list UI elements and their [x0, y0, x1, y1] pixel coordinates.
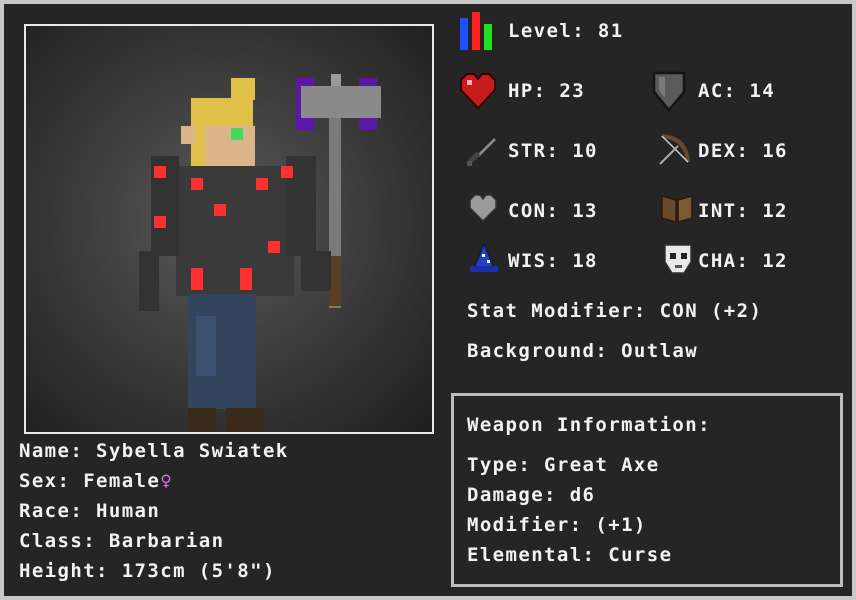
height-label: Height: 173cm (5'8") — [19, 560, 276, 582]
class-label: Class: Barbarian — [19, 530, 225, 552]
weapon-modifier: Modifier: (+1) — [467, 514, 647, 536]
shield-icon — [652, 71, 686, 112]
weapon-heading: Weapon Information: — [467, 414, 711, 436]
background-label: Background: Outlaw — [467, 340, 699, 362]
character-sprite — [139, 74, 381, 432]
weapon-type: Type: Great Axe — [467, 454, 660, 476]
sex-text: Sex: Female — [19, 470, 161, 492]
weapon-elemental: Elemental: Curse — [467, 544, 673, 566]
book-icon — [661, 195, 693, 223]
bow-icon — [659, 134, 690, 165]
str-label: STR: 10 — [508, 140, 598, 162]
dex-label: DEX: 16 — [698, 140, 788, 162]
sword-icon — [467, 135, 498, 166]
hp-label: HP: 23 — [508, 80, 586, 102]
gray-heart-icon — [469, 194, 497, 222]
stat-modifier-label: Stat Modifier: CON (+2) — [467, 300, 763, 322]
mask-icon — [664, 244, 692, 274]
ac-label: AC: 14 — [698, 80, 776, 102]
race-label: Race: Human — [19, 500, 161, 522]
wizard-hat-icon — [470, 242, 498, 272]
character-card: Name: Sybella Swiatek Sex: Female♀ Race:… — [4, 4, 852, 596]
name-label: Name: Sybella Swiatek — [19, 440, 289, 462]
level-label: Level: 81 — [508, 20, 624, 42]
female-icon: ♀ — [160, 470, 174, 492]
sex-label: Sex: Female♀ — [19, 470, 173, 492]
character-portrait — [24, 24, 434, 434]
weapon-info-panel: Weapon Information: Type: Great Axe Dama… — [451, 393, 843, 587]
wis-label: WIS: 18 — [508, 250, 598, 272]
weapon-damage: Damage: d6 — [467, 484, 596, 506]
heart-icon — [460, 73, 496, 110]
con-label: CON: 13 — [508, 200, 598, 222]
int-label: INT: 12 — [698, 200, 788, 222]
cha-label: CHA: 12 — [698, 250, 788, 272]
level-bars-icon — [460, 12, 492, 50]
